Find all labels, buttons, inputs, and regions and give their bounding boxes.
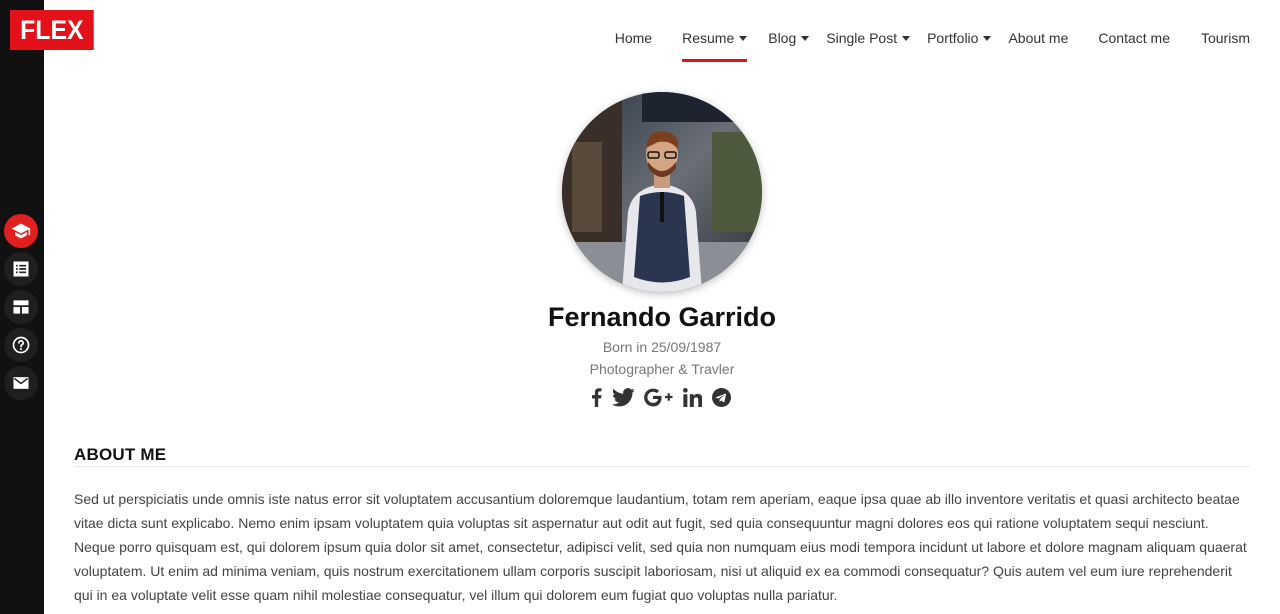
nav-label: About me xyxy=(1008,30,1069,46)
chevron-down-icon xyxy=(801,36,810,41)
nav-label: Contact me xyxy=(1098,30,1170,46)
nav-label: Portfolio xyxy=(927,30,979,46)
telegram-icon xyxy=(711,387,731,407)
nav-item-home[interactable]: Home xyxy=(615,0,652,62)
nav-label: Single Post xyxy=(826,30,898,46)
social-links xyxy=(592,386,731,408)
about-heading: ABOUT ME xyxy=(74,445,167,464)
sidebar-item-education[interactable] xyxy=(4,214,38,248)
nav-item-resume[interactable]: Resume xyxy=(682,0,748,62)
chevron-down-icon xyxy=(983,36,992,41)
about-paragraph: Sed ut perspiciatis unde omnis iste natu… xyxy=(74,491,1247,603)
twitter-icon xyxy=(611,387,635,406)
profile-name: Fernando Garrido xyxy=(547,302,777,332)
nav-item-portfolio[interactable]: Portfolio xyxy=(927,0,992,62)
main-nav: Home Resume Blog Single Post Portfolio A… xyxy=(615,0,1250,62)
nav-item-tourism[interactable]: Tourism xyxy=(1201,0,1250,62)
logo-text: FLEX xyxy=(20,14,84,45)
google-plus-link[interactable] xyxy=(644,386,673,408)
nav-item-blog[interactable]: Blog xyxy=(768,0,810,62)
facebook-link[interactable] xyxy=(592,386,602,408)
nav-label: Blog xyxy=(768,30,797,46)
facebook-icon xyxy=(592,387,602,407)
list-icon xyxy=(13,261,29,277)
nav-item-contact-me[interactable]: Contact me xyxy=(1098,0,1170,62)
nav-item-single-post[interactable]: Single Post xyxy=(826,0,911,62)
nav-label: Home xyxy=(614,30,653,46)
linkedin-icon xyxy=(682,387,702,407)
site-logo[interactable]: FLEX xyxy=(10,10,94,50)
chevron-down-icon xyxy=(902,36,911,41)
graduation-cap-icon xyxy=(11,223,31,239)
about-divider xyxy=(74,466,1250,467)
profile-avatar xyxy=(562,92,762,292)
profile-photo xyxy=(562,92,762,292)
telegram-link[interactable] xyxy=(711,386,731,408)
nav-item-about-me[interactable]: About me xyxy=(1008,0,1068,62)
profile-profession: Photographer & Travler xyxy=(589,361,735,377)
profile-birthdate: Born in 25/09/1987 xyxy=(602,339,722,355)
sidebar-item-list[interactable] xyxy=(4,252,38,286)
google-plus-icon xyxy=(644,388,673,406)
chevron-down-icon xyxy=(739,36,748,41)
nav-label: Resume xyxy=(682,30,735,46)
nav-label: Tourism xyxy=(1200,30,1250,46)
twitter-link[interactable] xyxy=(611,386,635,408)
linkedin-link[interactable] xyxy=(682,386,702,408)
